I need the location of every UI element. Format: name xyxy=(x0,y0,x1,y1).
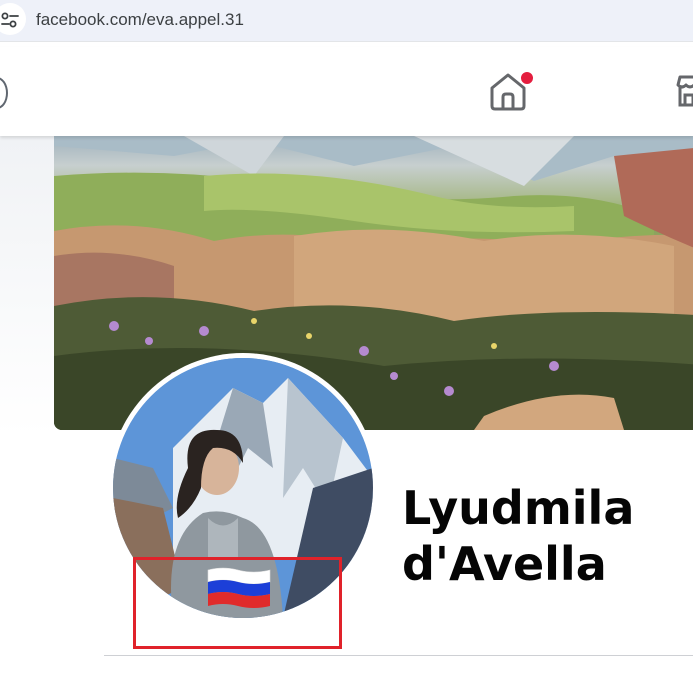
facebook-top-nav xyxy=(0,47,693,136)
url-text[interactable]: facebook.com/eva.appel.31 xyxy=(36,10,244,30)
marketplace-nav-button[interactable] xyxy=(672,71,693,111)
site-info-button[interactable] xyxy=(0,3,26,35)
toolbar-divider xyxy=(0,41,693,42)
profile-header-divider xyxy=(104,655,693,656)
address-bar[interactable]: facebook.com/eva.appel.31 xyxy=(0,0,693,41)
nav-left-edge-icon[interactable] xyxy=(0,77,8,109)
profile-name-line2: d'Avella xyxy=(402,537,607,591)
tune-icon xyxy=(1,12,19,28)
highlight-box xyxy=(133,557,342,649)
profile-name: Lyudmila d'Avella xyxy=(402,480,692,592)
marketplace-icon xyxy=(676,75,693,107)
profile-name-line1: Lyudmila xyxy=(402,481,635,535)
home-notification-dot xyxy=(519,70,535,86)
left-gutter xyxy=(0,136,54,436)
